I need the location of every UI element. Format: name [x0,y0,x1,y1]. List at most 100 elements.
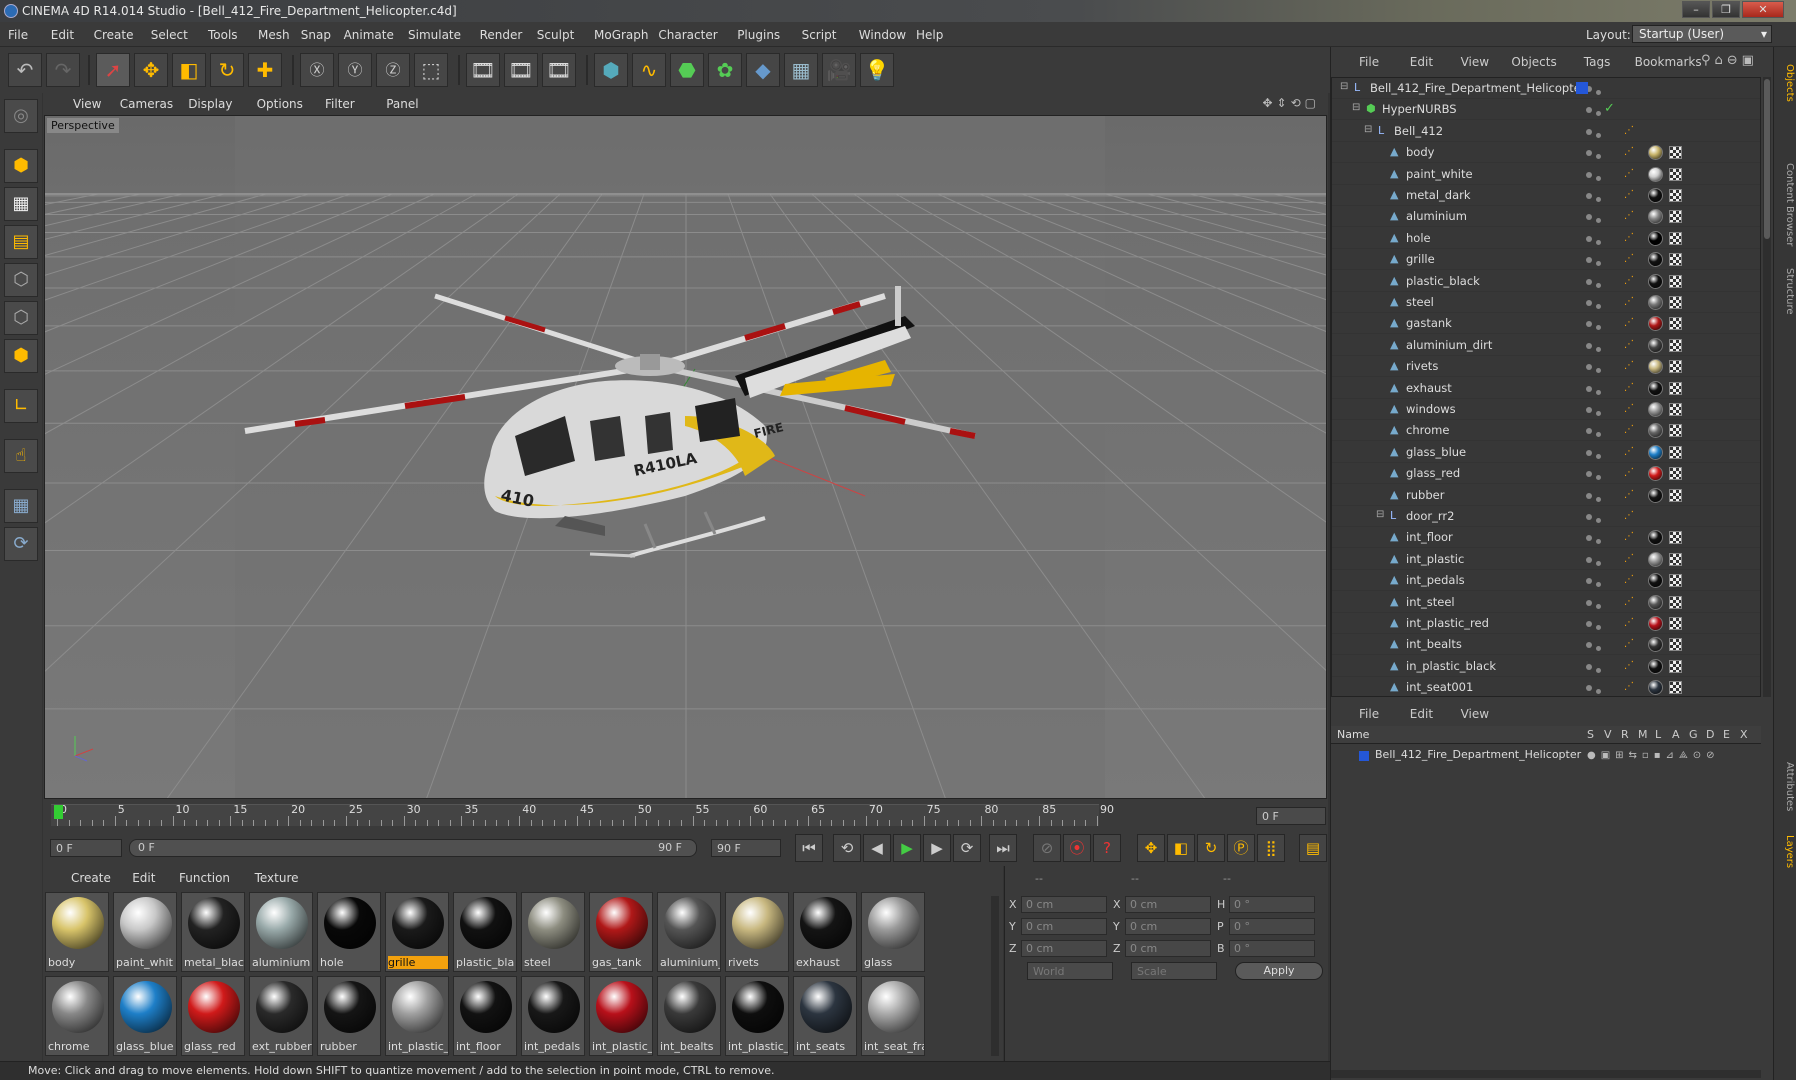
layer-menu-edit[interactable]: Edit [1410,707,1433,721]
go-to-end-icon[interactable]: ⏭ [989,834,1017,862]
visibility-dot[interactable] [1586,171,1592,178]
material-swatch[interactable]: int_seats [793,976,857,1056]
render-visibility-dot[interactable] [1596,603,1601,609]
material-tag-icon[interactable] [1648,551,1663,567]
phong-tag-icon[interactable]: ⋰ [1624,125,1634,138]
material-tag-icon[interactable] [1648,166,1663,182]
render-visibility-dot[interactable] [1596,111,1601,117]
visibility-dot[interactable] [1586,642,1592,649]
visibility-dot[interactable] [1586,257,1592,264]
coord-system-select[interactable]: World [1027,962,1113,980]
x-axis-lock-icon[interactable]: Ⓧ [300,53,334,87]
spline-icon[interactable]: ∿ [632,53,666,87]
object-menu-view[interactable]: View [1461,55,1489,69]
light-icon[interactable]: 💡 [860,53,894,87]
material-tag-icon[interactable] [1648,316,1663,332]
next-key-icon[interactable]: ⟳ [953,834,981,862]
material-menu-create[interactable]: Create [71,871,111,885]
deformer-icon[interactable]: ◆ [746,53,780,87]
material-tag-icon[interactable] [1648,380,1663,396]
object-row[interactable]: ▲ glass_red ⋰ [1332,463,1760,485]
visibility-dot[interactable] [1586,449,1592,456]
uvw-tag-icon[interactable] [1669,681,1682,695]
nurbs-icon[interactable]: ⬣ [670,53,704,87]
key-scale-icon[interactable]: ◧ [1167,834,1195,862]
end-frame-field[interactable]: 90 F [711,839,781,857]
render-visibility-dot[interactable] [1596,175,1601,181]
object-row[interactable]: ▲ exhaust ⋰ [1332,378,1760,399]
object-row[interactable]: ⊟ Ldoor_rr2 ⋰ [1332,506,1760,527]
material-swatch[interactable]: hole [317,892,381,972]
tweak-mode-icon[interactable]: ☝ [4,439,38,473]
uvw-tag-icon[interactable] [1669,595,1682,609]
material-swatch[interactable]: ext_rubber [249,976,313,1056]
material-tag-icon[interactable] [1648,658,1663,674]
phong-tag-icon[interactable]: ⋰ [1624,189,1634,202]
render-visibility-dot[interactable] [1596,582,1601,588]
phong-tag-icon[interactable]: ⋰ [1624,253,1634,266]
material-swatch[interactable]: int_plastic_ [725,976,789,1056]
start-frame-field[interactable]: 0 F [50,839,122,857]
coord-field[interactable]: 0 cm [1125,940,1211,957]
object-row[interactable]: ▲ glass_blue ⋰ [1332,442,1760,463]
material-tag-icon[interactable] [1648,402,1663,417]
menu-window[interactable]: Window [859,28,906,42]
visibility-dot[interactable] [1586,107,1592,114]
object-row[interactable]: ▲ rubber ⋰ [1332,485,1760,506]
visibility-dot[interactable] [1586,385,1592,392]
record-active-icon[interactable]: ⦿ [1063,834,1091,862]
visibility-dot[interactable] [1586,621,1592,627]
object-menu-edit[interactable]: Edit [1410,55,1433,69]
material-menu-edit[interactable]: Edit [132,871,155,885]
timeline-window-icon[interactable]: ▤ [1299,834,1327,862]
phong-tag-icon[interactable]: ⋰ [1624,424,1634,437]
object-tree-scrollbar[interactable] [1763,77,1771,697]
uvw-tag-icon[interactable] [1669,146,1682,160]
menu-mograph[interactable]: MoGraph [594,28,649,42]
polygons-mode-icon[interactable]: ⬢ [4,339,38,373]
autokey-icon[interactable]: ? [1093,834,1121,862]
phong-tag-icon[interactable]: ⋰ [1624,317,1634,330]
uvw-tag-icon[interactable] [1669,488,1682,502]
layer-row[interactable]: Bell_412_Fire_Department_Helicopter ●▣⊞⇆… [1331,746,1761,764]
render-visibility-dot[interactable] [1596,346,1601,352]
phong-tag-icon[interactable]: ⋰ [1624,360,1634,373]
object-row[interactable]: ▲ windows ⋰ [1332,399,1760,420]
tree-collapse-icon[interactable]: ⊟ [1352,102,1360,113]
previous-frame-icon[interactable]: ◀ [863,834,891,862]
menu-snap[interactable]: Snap [301,28,331,42]
visibility-dot[interactable] [1586,342,1592,349]
uvw-tag-icon[interactable] [1669,381,1682,395]
menu-plugins[interactable]: Plugins [737,28,780,42]
workplane-mode-icon[interactable]: ▤ [4,225,38,259]
frame-range-slider[interactable]: 0 F 90 F [129,839,697,857]
viewport-menu-options[interactable]: Options [257,97,303,111]
scrollbar-thumb[interactable] [1764,79,1770,239]
object-row[interactable]: ⊟ L Bell_412 ⋰ [1332,121,1760,142]
layer-menu-file[interactable]: File [1359,707,1379,721]
uvw-tag-icon[interactable] [1669,467,1682,481]
material-tag-icon[interactable] [1648,230,1663,246]
uvw-tag-icon[interactable] [1669,574,1682,588]
menu-select[interactable]: Select [151,28,188,42]
object-row[interactable]: ▲ int_plastic ⋰ [1332,549,1760,570]
visibility-dot[interactable] [1586,150,1592,157]
phong-tag-icon[interactable]: ⋰ [1624,553,1634,566]
tree-collapse-icon[interactable]: ⊟ [1364,124,1372,135]
uvw-tag-icon[interactable] [1669,317,1682,331]
render-visibility-dot[interactable] [1596,667,1601,673]
visibility-dot[interactable] [1586,535,1592,542]
render-visibility-dot[interactable] [1596,239,1601,245]
perspective-viewport[interactable]: 410 R410LA FIRE Perspective [44,115,1327,799]
phong-tag-icon[interactable]: ⋰ [1624,339,1634,352]
material-swatch[interactable]: int_floor [453,976,517,1056]
menu-character[interactable]: Character [658,28,717,42]
coord-field[interactable]: 0 cm [1021,896,1107,913]
visibility-dot[interactable] [1586,492,1592,499]
material-tag-icon[interactable] [1648,209,1663,225]
coord-field[interactable]: 0 ° [1229,896,1315,913]
uvw-tag-icon[interactable] [1669,659,1682,673]
material-tag-icon[interactable] [1648,145,1663,161]
render-visibility-dot[interactable] [1596,689,1601,695]
visibility-dot[interactable] [1586,128,1592,135]
